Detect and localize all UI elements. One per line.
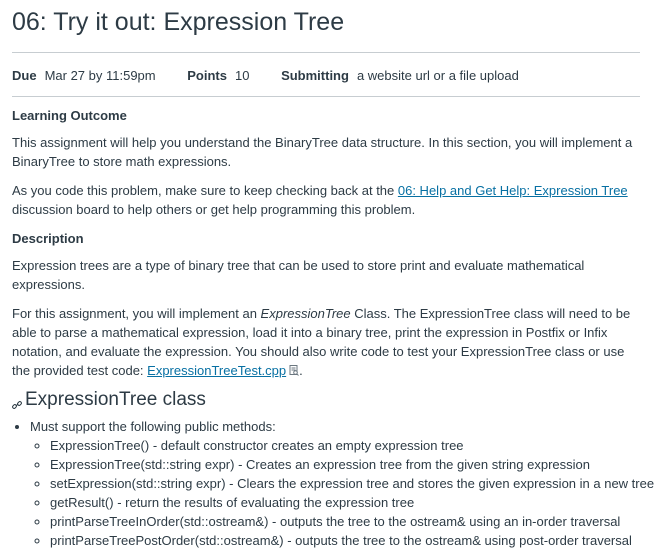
section-heading: ExpressionTree class [12,390,640,409]
title-divider [12,52,640,53]
class-name-emphasis: ExpressionTree [260,306,351,321]
list-item: printParseTreeInOrder(std::ostream&) - o… [50,512,640,531]
list-item: Must support the following public method… [30,417,654,550]
list-item: ExpressionTree() - default constructor c… [50,436,640,455]
help-text-after: discussion board to help others or get h… [12,202,416,217]
learning-outcome-heading: Learning Outcome [12,108,127,123]
details-divider [12,96,640,97]
due-label: Due [12,68,37,83]
assignment-paragraph: For this assignment, you will implement … [12,304,640,380]
list-item: getResult() - return the results of eval… [50,493,640,512]
due-value: Mar 27 by 11:59pm [44,68,156,83]
test-file-link[interactable]: ExpressionTreeTest.cpp [147,363,286,378]
list-item: ExpressionTree(std::string expr) - Creat… [50,455,640,474]
file-preview-icon[interactable] [289,362,299,376]
list-item: printParseTreePostOrder(std::ostream&) -… [50,531,640,550]
intro-paragraph: This assignment will help you understand… [12,135,633,169]
help-paragraph: As you code this problem, make sure to k… [12,181,640,219]
points-value: 10 [234,68,250,83]
description-heading: Description [12,231,84,246]
section-title: ExpressionTree class [25,389,206,410]
list-item: setExpression(std::string expr) - Clears… [50,474,654,493]
assignment-text-before: For this assignment, you will implement … [12,306,261,321]
description-paragraph: Expression trees are a type of binary tr… [12,258,585,292]
help-text-before: As you code this problem, make sure to k… [12,183,398,198]
assignment-text-after: . [299,363,303,378]
submitting-value: a website url or a file upload [356,68,519,83]
link-anchor-icon[interactable] [12,395,22,409]
points-label: Points [187,68,227,83]
requirements-list: Must support the following public method… [12,417,654,550]
methods-list: ExpressionTree() - default constructor c… [30,436,654,550]
submitting-label: Submitting [281,68,349,83]
assignment-details: Due Mar 27 by 11:59pm Points 10 Submitting… [12,68,547,83]
page-title: 06: Try it out: Expression Tree [12,8,345,36]
assignment-description: Learning Outcome This assignment will he… [12,106,654,550]
list-intro: Must support the following public method… [30,419,276,434]
help-discussion-link[interactable]: 06: Help and Get Help: Expression Tree [398,183,628,198]
